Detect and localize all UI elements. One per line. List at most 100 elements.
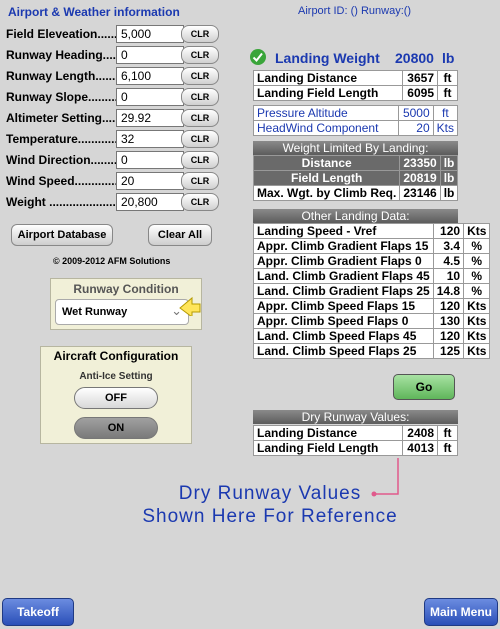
field-label: Field Eleveation...... <box>6 27 118 41</box>
row-value: 120 <box>432 298 465 314</box>
landing-weight-unit: lb <box>442 50 455 66</box>
aircraft-config-title: Aircraft Configuration <box>53 349 179 363</box>
main-menu-button[interactable]: Main Menu <box>424 598 498 626</box>
table-row: Landing Field Length 6095 ft <box>253 85 458 101</box>
landing-weight-header: Landing Weight 20800 lb <box>249 48 459 68</box>
row-label: Landing Distance <box>253 425 403 441</box>
row-unit: Kts <box>463 298 491 314</box>
field-row: Field Eleveation...... 5,000 CLR <box>6 25 241 43</box>
runway-condition-title: Runway Condition <box>73 282 179 296</box>
row-unit: Kts <box>463 223 491 239</box>
field-label: Wind Speed.............. <box>6 174 122 188</box>
field-row: Temperature............ 32 CLR <box>6 130 241 148</box>
aircraft-config-panel: Aircraft Configuration Anti-Ice Setting … <box>40 346 192 444</box>
row-label: HeadWind Component <box>253 120 399 136</box>
clear-field-button[interactable]: CLR <box>181 25 219 43</box>
table-row: Landing Distance 3657 ft <box>253 70 458 86</box>
runway-condition-value: Wet Runway <box>62 306 128 318</box>
row-unit: % <box>463 283 491 299</box>
table-row: Land. Climb Gradient Flaps 45 10% <box>253 268 491 284</box>
row-unit: lb <box>439 170 459 186</box>
table-row: Appr. Climb Gradient Flaps 15 3.4% <box>253 238 491 254</box>
row-label: Landing Speed - Vref <box>253 223 434 239</box>
clear-all-button[interactable]: Clear All <box>148 224 212 246</box>
field-label: Runway Length....... <box>6 69 119 83</box>
table-row: Appr. Climb Gradient Flaps 0 4.5% <box>253 253 491 269</box>
field-input[interactable]: 20,800 <box>116 193 184 211</box>
row-value: 4.5 <box>432 253 465 269</box>
table-row: HeadWind Component 20 Kts <box>253 120 459 136</box>
field-input[interactable]: 20 <box>116 172 184 190</box>
row-label: Appr. Climb Speed Flaps 0 <box>253 313 434 329</box>
pressure-table: Pressure Altitude 5000 ft HeadWind Componen… <box>253 105 459 136</box>
row-label: Land. Climb Gradient Flaps 25 <box>253 283 434 299</box>
row-unit: lb <box>439 155 459 171</box>
field-label: Temperature............ <box>6 132 118 146</box>
row-unit: Kts <box>463 343 491 359</box>
row-label: Land. Climb Gradient Flaps 45 <box>253 268 434 284</box>
page-title: Airport & Weather information <box>8 5 180 19</box>
row-unit: ft <box>437 440 458 456</box>
field-input[interactable]: 6,100 <box>116 67 184 85</box>
landing-weight-label: Landing Weight <box>275 50 380 66</box>
row-label: Landing Distance <box>253 70 403 86</box>
row-unit: Kts <box>463 328 491 344</box>
takeoff-button[interactable]: Takeoff <box>2 598 74 626</box>
field-label: Altimeter Setting..... <box>6 111 119 125</box>
field-row: Runway Slope......... 0 CLR <box>6 88 241 106</box>
field-input[interactable]: 5,000 <box>116 25 184 43</box>
row-value: 6095 <box>402 85 438 101</box>
row-label: Appr. Climb Gradient Flaps 0 <box>253 253 434 269</box>
airport-database-button[interactable]: Airport Database <box>11 224 113 246</box>
table-row: Landing Field Length 4013 ft <box>253 440 458 456</box>
clear-field-button[interactable]: CLR <box>181 88 219 106</box>
table-row: Land. Climb Gradient Flaps 25 14.8% <box>253 283 491 299</box>
row-value: 2408 <box>402 425 438 441</box>
anti-ice-label: Anti-Ice Setting <box>79 371 153 382</box>
table-row: Distance 23350 lb <box>252 155 459 171</box>
field-row: Runway Heading...... 0 CLR <box>6 46 241 64</box>
row-unit: % <box>463 238 491 254</box>
field-input[interactable]: 0 <box>116 151 184 169</box>
row-unit: ft <box>437 70 458 86</box>
table-row: Landing Speed - Vref 120 Kts <box>253 223 491 239</box>
weight-limited-title: Weight Limited By Landing: <box>253 141 458 155</box>
clear-field-button[interactable]: CLR <box>181 151 219 169</box>
row-label: Landing Field Length <box>253 440 403 456</box>
airport-id-label: Airport ID: () Runway:() <box>298 5 412 17</box>
table-row: Appr. Climb Speed Flaps 0 130 Kts <box>253 313 491 329</box>
field-input[interactable]: 0 <box>116 46 184 64</box>
go-button[interactable]: Go <box>393 374 455 400</box>
table-row: Land. Climb Speed Flaps 25 125 Kts <box>253 343 491 359</box>
row-value: 130 <box>432 313 465 329</box>
row-value: 3.4 <box>432 238 465 254</box>
check-icon <box>250 49 266 65</box>
clear-field-button[interactable]: CLR <box>181 130 219 148</box>
clear-field-button[interactable]: CLR <box>181 193 219 211</box>
field-label: Weight ......................... <box>6 195 133 209</box>
anti-ice-on-button[interactable]: ON <box>74 417 158 439</box>
clear-field-button[interactable]: CLR <box>181 46 219 64</box>
field-row: Runway Length....... 6,100 CLR <box>6 67 241 85</box>
clear-field-button[interactable]: CLR <box>181 109 219 127</box>
landing-weight-value: 20800 <box>395 50 434 66</box>
field-input[interactable]: 32 <box>116 130 184 148</box>
landing-table: Landing Distance 3657 ft Landing Field Leng… <box>253 70 458 101</box>
anti-ice-off-button[interactable]: OFF <box>74 387 158 409</box>
row-value: 5000 <box>397 105 434 121</box>
row-value: 120 <box>432 328 465 344</box>
runway-condition-select[interactable]: Wet Runway ⌄ <box>55 299 189 325</box>
field-input[interactable]: 29.92 <box>116 109 184 127</box>
copyright-text: © 2009-2012 AFM Solutions <box>53 256 171 266</box>
row-value: 14.8 <box>432 283 465 299</box>
row-label: Land. Climb Speed Flaps 25 <box>253 343 434 359</box>
dry-runway-title: Dry Runway Values: <box>253 410 458 424</box>
field-row: Altimeter Setting..... 29.92 CLR <box>6 109 241 127</box>
row-value: 23350 <box>399 155 441 171</box>
clear-field-button[interactable]: CLR <box>181 172 219 190</box>
field-input[interactable]: 0 <box>116 88 184 106</box>
clear-field-button[interactable]: CLR <box>181 67 219 85</box>
table-row: Max. Wgt. by Climb Req. 23146 lb <box>252 185 459 201</box>
row-unit: ft <box>437 85 458 101</box>
row-unit: ft <box>432 105 459 121</box>
